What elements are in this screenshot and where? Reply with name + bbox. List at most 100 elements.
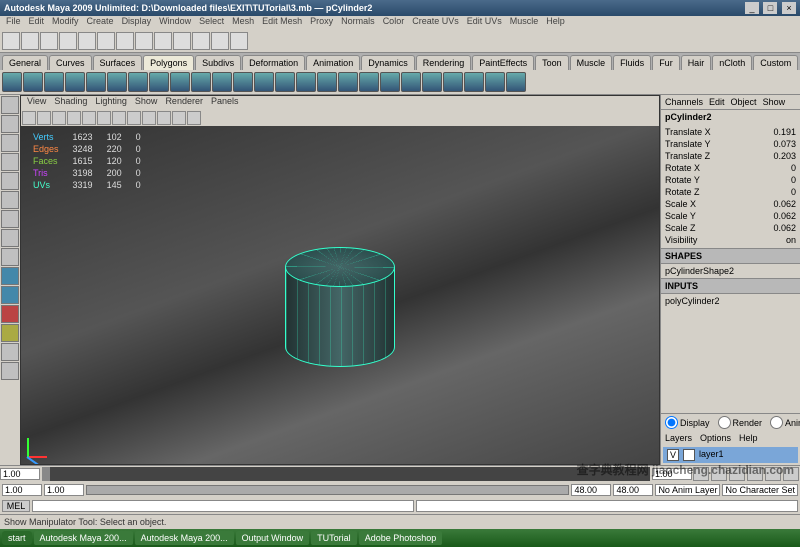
select-tool-icon[interactable] xyxy=(1,96,19,114)
attr-label[interactable]: Translate Z xyxy=(665,151,710,161)
channel-tab[interactable]: Channels xyxy=(665,97,703,107)
render-settings-icon[interactable] xyxy=(230,32,248,50)
shelf-tab[interactable]: Toon xyxy=(535,55,569,70)
combine-icon[interactable] xyxy=(254,72,274,92)
vp-tool-icon[interactable] xyxy=(187,111,201,125)
vp-tool-icon[interactable] xyxy=(52,111,66,125)
sculpt-icon[interactable] xyxy=(485,72,505,92)
layer-row[interactable]: V layer1 xyxy=(663,447,798,463)
shelf-tab[interactable]: Animation xyxy=(306,55,360,70)
attr-label[interactable]: Rotate Y xyxy=(665,175,700,185)
shelf-tab[interactable]: Curves xyxy=(49,55,92,70)
go-end-icon[interactable] xyxy=(783,467,799,481)
menu-item[interactable]: Display xyxy=(122,16,152,30)
menu-item[interactable]: Proxy xyxy=(310,16,333,30)
poly-pipe-icon[interactable] xyxy=(170,72,190,92)
channel-tab[interactable]: Show xyxy=(763,97,786,107)
attr-value[interactable]: 0.062 xyxy=(773,223,796,233)
paint-select-icon[interactable] xyxy=(1,134,19,152)
channel-tab[interactable]: Edit xyxy=(709,97,725,107)
snap-point-icon[interactable] xyxy=(173,32,191,50)
maximize-button[interactable]: □ xyxy=(763,2,777,14)
step-back-icon[interactable] xyxy=(711,467,727,481)
file-open-icon[interactable] xyxy=(40,32,58,50)
mel-label[interactable]: MEL xyxy=(2,500,30,512)
attr-label[interactable]: Visibility xyxy=(665,235,697,245)
render-layer-radio[interactable]: Render xyxy=(718,416,763,429)
single-view-icon[interactable] xyxy=(1,267,19,285)
taskbar-item[interactable]: Autodesk Maya 200... xyxy=(34,531,133,545)
time-marker[interactable] xyxy=(42,467,50,481)
attr-value[interactable]: 0 xyxy=(791,187,796,197)
poly-plane-icon[interactable] xyxy=(86,72,106,92)
file-new-icon[interactable] xyxy=(21,32,39,50)
lasso-tool-icon[interactable] xyxy=(1,115,19,133)
attr-label[interactable]: Translate Y xyxy=(665,139,711,149)
shelf-tab[interactable]: Hair xyxy=(681,55,712,70)
attr-label[interactable]: Rotate X xyxy=(665,163,700,173)
step-forward-icon[interactable] xyxy=(765,467,781,481)
vp-tool-icon[interactable] xyxy=(22,111,36,125)
current-frame-field-right[interactable]: 1.00 xyxy=(652,468,692,480)
collapse-icon[interactable] xyxy=(464,72,484,92)
attr-value[interactable]: 0.062 xyxy=(773,199,796,209)
shelf-tab[interactable]: Rendering xyxy=(416,55,472,70)
play-forward-icon[interactable] xyxy=(747,467,763,481)
attr-value[interactable]: 0 xyxy=(791,175,796,185)
poly-prism-icon[interactable] xyxy=(128,72,148,92)
attr-value[interactable]: 0.073 xyxy=(773,139,796,149)
attr-label[interactable]: Scale Y xyxy=(665,211,696,221)
scale-tool-icon[interactable] xyxy=(1,191,19,209)
poly-platonic-icon[interactable] xyxy=(233,72,253,92)
attr-value[interactable]: 0.062 xyxy=(773,211,796,221)
rotate-tool-icon[interactable] xyxy=(1,172,19,190)
shape-node[interactable]: pCylinderShape2 xyxy=(665,266,796,276)
four-view-icon[interactable] xyxy=(1,286,19,304)
split-icon[interactable] xyxy=(401,72,421,92)
start-button[interactable]: start xyxy=(2,531,32,545)
menu-item[interactable]: Modify xyxy=(52,16,79,30)
selected-cylinder-mesh[interactable] xyxy=(285,247,395,367)
display-layer-radio[interactable]: Display xyxy=(665,416,710,429)
poly-soccer-icon[interactable] xyxy=(212,72,232,92)
channel-tab[interactable]: Object xyxy=(731,97,757,107)
layer-menu-item[interactable]: Layers xyxy=(665,433,692,443)
vp-tool-icon[interactable] xyxy=(37,111,51,125)
menu-item[interactable]: Create UVs xyxy=(412,16,459,30)
render-icon[interactable] xyxy=(192,32,210,50)
command-line-input[interactable] xyxy=(32,500,414,512)
range-slider[interactable] xyxy=(86,485,569,495)
select-mode-icon[interactable] xyxy=(116,32,134,50)
vp-menu-item[interactable]: Shading xyxy=(54,96,87,110)
poly-cylinder-icon[interactable] xyxy=(44,72,64,92)
mirror-icon[interactable] xyxy=(506,72,526,92)
insert-edge-icon[interactable] xyxy=(422,72,442,92)
attr-value[interactable]: on xyxy=(786,235,796,245)
soft-mod-icon[interactable] xyxy=(1,229,19,247)
vp-tool-icon[interactable] xyxy=(82,111,96,125)
anim-layer-select[interactable]: No Anim Layer xyxy=(655,484,720,496)
graph-editor-icon[interactable] xyxy=(1,362,19,380)
move-tool-icon[interactable] xyxy=(1,153,19,171)
menu-item[interactable]: Normals xyxy=(341,16,375,30)
persp-view-icon[interactable] xyxy=(1,305,19,323)
layer-name[interactable]: layer1 xyxy=(699,449,724,461)
attr-value[interactable]: 0.191 xyxy=(773,127,796,137)
vp-tool-icon[interactable] xyxy=(67,111,81,125)
manip-tool-icon[interactable] xyxy=(1,210,19,228)
bevel-icon[interactable] xyxy=(338,72,358,92)
range-end-field[interactable]: 48.00 xyxy=(613,484,653,496)
go-start-icon[interactable] xyxy=(693,467,709,481)
vp-menu-item[interactable]: Panels xyxy=(211,96,239,110)
shelf-tab[interactable]: Fluids xyxy=(613,55,651,70)
current-frame-field[interactable]: 1.00 xyxy=(0,468,40,480)
merge-icon[interactable] xyxy=(443,72,463,92)
smooth-icon[interactable] xyxy=(317,72,337,92)
layer-menu-item[interactable]: Options xyxy=(700,433,731,443)
snap-grid-icon[interactable] xyxy=(135,32,153,50)
shelf-tab[interactable]: Surfaces xyxy=(93,55,143,70)
range-start-field[interactable]: 1.00 xyxy=(2,484,42,496)
vp-menu-item[interactable]: Lighting xyxy=(95,96,127,110)
taskbar-item[interactable]: TUTorial xyxy=(311,531,357,545)
shelf-tab[interactable]: General xyxy=(2,55,48,70)
